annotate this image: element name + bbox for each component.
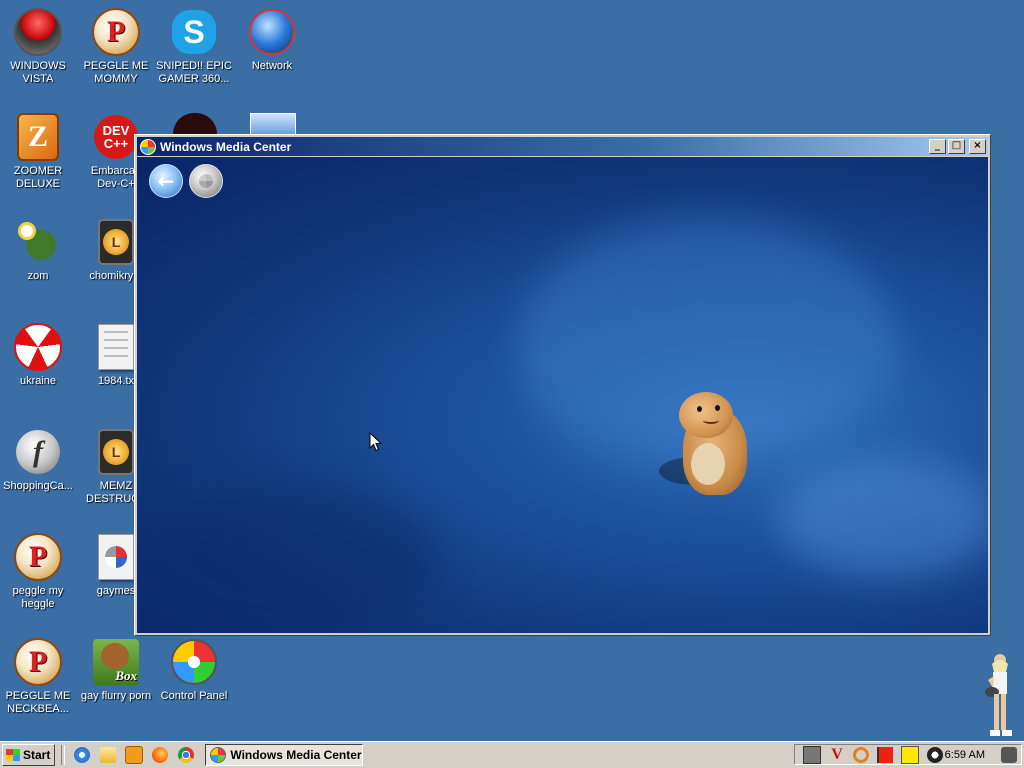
taskbar-separator <box>61 745 66 765</box>
desktop-icon-label: WINDOWS VISTA <box>10 60 66 85</box>
firefox-icon[interactable] <box>149 744 171 766</box>
hidden-icon-partial <box>250 113 296 136</box>
desktop-icon-network[interactable]: Network <box>234 0 310 73</box>
media-player-icon[interactable] <box>123 744 145 766</box>
zoomer-deluxe-icon: Z <box>14 113 62 161</box>
clock[interactable]: 6:59 AM <box>945 749 985 761</box>
desktop-icon-ukraine[interactable]: ukraine <box>0 315 76 388</box>
network-icon[interactable] <box>803 745 821 764</box>
plant-flower-icon <box>14 218 62 266</box>
desktop-icon-label: ZOOMER DELUXE <box>13 165 63 190</box>
desktop-icon-label: SNIPED!! EPIC GAMER 360... <box>156 60 232 85</box>
start-orb-button[interactable] <box>189 164 223 198</box>
windows-vista-icon <box>14 8 62 56</box>
desktop-icon-label: peggle my heggle <box>12 585 64 610</box>
flag-icon[interactable] <box>877 746 893 763</box>
peggle-icon: P <box>14 638 62 686</box>
desktop-figure-image <box>978 652 1018 740</box>
desktop-icon-control-panel[interactable]: Control Panel <box>156 630 232 703</box>
devcpp-icon: DEV C++ <box>92 113 140 161</box>
back-button[interactable]: ← <box>149 164 183 198</box>
desktop-icon-sniped-epic-gamer[interactable]: S SNIPED!! EPIC GAMER 360... <box>156 0 232 86</box>
media-center-content[interactable]: ← <box>137 157 988 633</box>
desktop-icon-peggle-me-neckbeard[interactable]: P PEGGLE ME NECKBEA... <box>0 630 76 716</box>
desktop-icon-peggle-my-heggle[interactable]: P peggle my heggle <box>0 525 76 611</box>
media-center-icon <box>140 138 156 155</box>
background-shade <box>137 487 437 633</box>
desktop-icon-label: zom <box>27 270 49 282</box>
maximize-button[interactable]: □ <box>948 139 965 154</box>
windows-logo-icon <box>199 174 213 188</box>
peggle-icon: P <box>14 533 62 581</box>
display-icon[interactable] <box>901 745 919 764</box>
close-button[interactable]: × <box>969 139 986 154</box>
window-titlebar[interactable]: Windows Media Center _ □ × <box>137 137 988 156</box>
desktop-icon-label: ukraine <box>19 375 57 387</box>
lock-icon: L <box>92 218 140 266</box>
desktop-icon-gay-flurry-porn[interactable]: Box gay flurry porn <box>78 630 154 703</box>
skype-icon: S <box>170 8 218 56</box>
desktop-icon-label: gay flurry porn <box>80 690 152 702</box>
desktop-icon-zoomer-deluxe[interactable]: Z ZOOMER DELUXE <box>0 105 76 191</box>
window-title: Windows Media Center <box>160 139 292 154</box>
peggle-icon: P <box>92 8 140 56</box>
start-button[interactable]: Start <box>2 744 56 766</box>
desktop-icon-label: PEGGLE ME NECKBEA... <box>5 690 71 715</box>
desktop-icon-shoppingcart[interactable]: f ShoppingCa... <box>0 420 76 493</box>
taskbar: Start Windows Media Center V 6:59 AM <box>0 741 1024 768</box>
text-file-icon <box>92 323 140 371</box>
antivirus-icon[interactable]: V <box>829 746 845 763</box>
mouse-cursor-icon <box>369 431 383 457</box>
back-arrow-icon: ← <box>157 169 175 193</box>
desktop-icon-label: ShoppingCa... <box>3 480 73 492</box>
taskbar-button-media-center[interactable]: Windows Media Center <box>205 744 364 766</box>
hamster-image <box>657 387 757 502</box>
box-beaver-icon: Box <box>92 638 140 686</box>
windows-flag-icon <box>6 749 20 761</box>
lock-icon: L <box>92 428 140 476</box>
minimize-button[interactable]: _ <box>929 139 946 154</box>
media-center-window[interactable]: Windows Media Center _ □ × ← <box>134 134 991 636</box>
media-file-icon <box>92 533 140 581</box>
control-panel-icon <box>170 638 218 686</box>
folder-icon[interactable] <box>97 744 119 766</box>
desktop-icon-zom[interactable]: zom <box>0 210 76 283</box>
system-tray: V 6:59 AM <box>794 744 1022 765</box>
network-globe-icon <box>248 8 296 56</box>
flash-icon: f <box>14 428 62 476</box>
taskbar-button-label: Windows Media Center <box>230 748 362 762</box>
desktop-icon-windows-vista[interactable]: WINDOWS VISTA <box>0 0 76 86</box>
hidden-icon-partial <box>173 113 217 134</box>
start-label: Start <box>23 748 51 762</box>
internet-explorer-icon[interactable] <box>71 744 93 766</box>
desktop-icon-label: Control Panel <box>160 690 228 702</box>
background-glow <box>777 457 988 577</box>
search-icon[interactable] <box>853 746 869 763</box>
media-center-icon <box>210 747 227 763</box>
radiation-icon <box>14 323 62 371</box>
desktop-icon-peggle-me-mommy[interactable]: P PEGGLE ME MOMMY <box>78 0 154 86</box>
show-desktop-icon[interactable] <box>1001 747 1017 763</box>
desktop-icon-label: Network <box>251 60 293 72</box>
chrome-icon[interactable] <box>175 744 197 766</box>
desktop-icon-label: PEGGLE ME MOMMY <box>83 60 149 85</box>
speaker-icon[interactable] <box>927 746 943 763</box>
